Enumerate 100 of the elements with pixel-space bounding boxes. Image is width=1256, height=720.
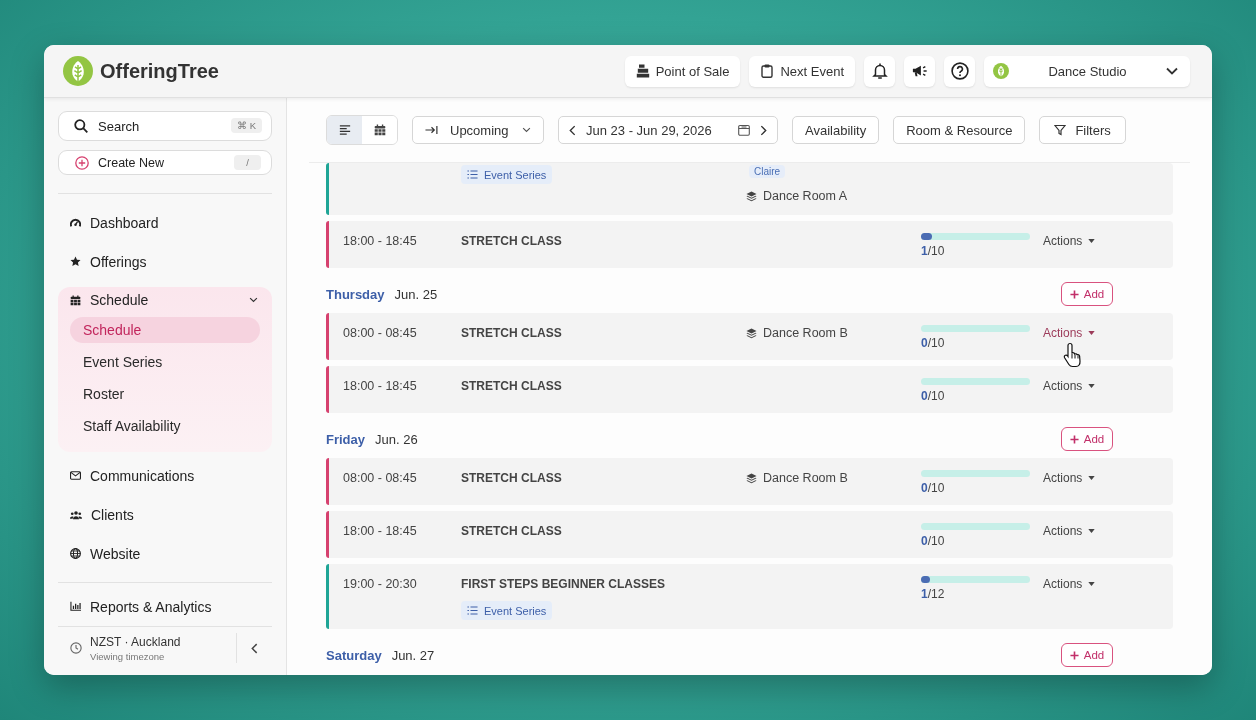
timezone-name: NZST · Auckland bbox=[90, 634, 182, 649]
event-title: STRETCH CLASS bbox=[461, 233, 562, 249]
point-of-sale-button[interactable]: Point of Sale bbox=[624, 55, 741, 87]
add-event-button[interactable]: Add bbox=[1061, 427, 1113, 451]
attendance-count: 0/10 bbox=[921, 388, 945, 404]
actions-dropdown[interactable]: Actions bbox=[1043, 470, 1096, 486]
caret-down-icon bbox=[1088, 239, 1096, 243]
add-event-button[interactable]: Add bbox=[1061, 643, 1113, 667]
event-card[interactable]: Event Series Claire Dance Room A bbox=[326, 163, 1173, 215]
create-new-button[interactable]: Create New / bbox=[58, 150, 272, 175]
event-time: 18:00 - 18:45 bbox=[343, 379, 417, 393]
actions-dropdown[interactable]: Actions bbox=[1043, 576, 1096, 592]
gauge-icon bbox=[70, 217, 81, 228]
event-title: STRETCH CLASS bbox=[461, 378, 562, 394]
event-time: 08:00 - 08:45 bbox=[343, 326, 417, 340]
toolbar-button[interactable]: Room & Resource bbox=[893, 116, 1026, 144]
actions-dropdown[interactable]: Actions bbox=[1043, 378, 1096, 394]
leaf-logo-icon bbox=[993, 63, 1009, 79]
attendance-count: 0/10 bbox=[921, 480, 945, 496]
chevron-down-icon bbox=[522, 127, 531, 133]
event-title: STRETCH CLASS bbox=[461, 470, 562, 486]
room-name: Dance Room B bbox=[763, 470, 848, 486]
nav-item[interactable]: Clients bbox=[58, 495, 272, 534]
event-card[interactable]: 18:00 - 18:45 STRETCH CLASS 0/10 Actions bbox=[326, 366, 1173, 413]
actions-dropdown[interactable]: Actions bbox=[1043, 523, 1096, 539]
event-card[interactable]: 19:00 - 20:30 FIRST STEPS BEGINNER CLASSES Event Series 1/12 Actions bbox=[326, 564, 1173, 629]
studio-selector[interactable]: Dance Studio bbox=[984, 55, 1190, 87]
clipboard-icon bbox=[760, 64, 775, 78]
search-icon bbox=[74, 119, 88, 133]
list-icon bbox=[467, 605, 478, 616]
arrow-to-line-icon bbox=[425, 125, 438, 135]
caret-down-icon bbox=[1088, 476, 1096, 480]
filter-icon bbox=[1054, 124, 1067, 136]
tag-label: Event Series bbox=[484, 168, 547, 181]
chevron-left-icon bbox=[251, 642, 258, 654]
range-mode-dropdown[interactable]: Upcoming bbox=[412, 116, 544, 144]
caret-down-icon bbox=[1088, 384, 1096, 388]
next-event-button[interactable]: Next Event bbox=[749, 55, 855, 87]
clock-icon bbox=[70, 642, 82, 654]
nav-item[interactable]: Offerings bbox=[58, 242, 272, 281]
plus-icon bbox=[1069, 289, 1079, 299]
attendance-count: 1/10 bbox=[921, 243, 945, 259]
nav-subitem[interactable]: Schedule bbox=[70, 317, 260, 343]
calendar-icon bbox=[373, 124, 386, 136]
layers-icon bbox=[746, 327, 757, 339]
nav-item[interactable]: Website bbox=[58, 534, 272, 573]
plus-icon bbox=[1069, 650, 1079, 660]
nav-item[interactable]: Communications bbox=[58, 456, 272, 495]
room-name: Dance Room A bbox=[763, 188, 848, 204]
shortcut-hint: / bbox=[234, 155, 261, 170]
plus-circle-icon bbox=[75, 155, 89, 170]
plus-icon bbox=[1069, 434, 1079, 444]
list-icon bbox=[467, 169, 478, 180]
day-name: Friday bbox=[326, 431, 365, 447]
actions-dropdown[interactable]: Actions bbox=[1043, 325, 1096, 341]
bell-icon bbox=[871, 63, 888, 79]
event-title: FIRST STEPS BEGINNER CLASSES bbox=[461, 576, 666, 592]
room-name: Dance Room B bbox=[763, 325, 848, 341]
nav-subitem[interactable]: Staff Availability bbox=[70, 413, 260, 439]
event-time: 18:00 - 18:45 bbox=[343, 234, 417, 248]
leaf-logo-icon bbox=[63, 56, 93, 86]
day-date: Jun. 26 bbox=[375, 431, 418, 447]
instructor-tag: Claire bbox=[749, 165, 786, 178]
help-button[interactable] bbox=[944, 55, 975, 87]
cash-register-icon bbox=[635, 64, 650, 78]
announcements-button[interactable] bbox=[904, 55, 935, 87]
filters-button[interactable]: Filters bbox=[1039, 116, 1126, 144]
day-date: Jun. 25 bbox=[394, 286, 438, 302]
actions-dropdown[interactable]: Actions bbox=[1043, 233, 1096, 249]
app-name: OfferingTree bbox=[100, 59, 219, 83]
calendar-icon bbox=[70, 294, 81, 306]
bar-chart-icon bbox=[70, 601, 81, 612]
timezone-caption: Viewing timezone bbox=[90, 650, 166, 662]
layers-icon bbox=[746, 190, 757, 202]
attendance-count: 0/10 bbox=[921, 335, 945, 351]
event-card[interactable]: 08:00 - 08:45 STRETCH CLASS Dance Room B 0/10 Actions bbox=[326, 458, 1173, 505]
event-time: 18:00 - 18:45 bbox=[343, 524, 417, 538]
nav-subitem[interactable]: Roster bbox=[70, 381, 260, 407]
notifications-button[interactable] bbox=[864, 55, 895, 87]
add-event-button[interactable]: Add bbox=[1061, 282, 1113, 306]
event-card[interactable]: 18:00 - 18:45 STRETCH CLASS 1/10 Actions bbox=[326, 221, 1173, 268]
layers-icon bbox=[746, 472, 757, 484]
nav-item[interactable]: Dashboard bbox=[58, 203, 272, 242]
toolbar-button[interactable]: Availability bbox=[792, 116, 880, 144]
chevron-right-icon bbox=[760, 124, 767, 136]
megaphone-icon bbox=[911, 63, 928, 79]
event-time: 19:00 - 20:30 bbox=[343, 577, 417, 591]
nav-item[interactable]: Reports & Analytics bbox=[58, 587, 272, 626]
date-range-label[interactable]: Jun 23 - Jun 29, 2026 bbox=[586, 122, 730, 138]
event-time: 08:00 - 08:45 bbox=[343, 471, 417, 485]
shortcut-hint: ⌘ K bbox=[231, 118, 262, 133]
hand-pointer-icon bbox=[1063, 342, 1083, 368]
nav-subitem[interactable]: Event Series bbox=[70, 349, 260, 375]
day-name: Thursday bbox=[326, 286, 385, 302]
list-view-button[interactable] bbox=[327, 116, 362, 144]
attendance-count: 0/10 bbox=[921, 533, 945, 549]
day-date: Jun. 27 bbox=[391, 647, 435, 663]
event-card[interactable]: 18:00 - 18:45 STRETCH CLASS 0/10 Actions bbox=[326, 511, 1173, 558]
attendance-count: 1/12 bbox=[921, 586, 945, 602]
nav-item[interactable]: Schedule bbox=[58, 287, 272, 313]
